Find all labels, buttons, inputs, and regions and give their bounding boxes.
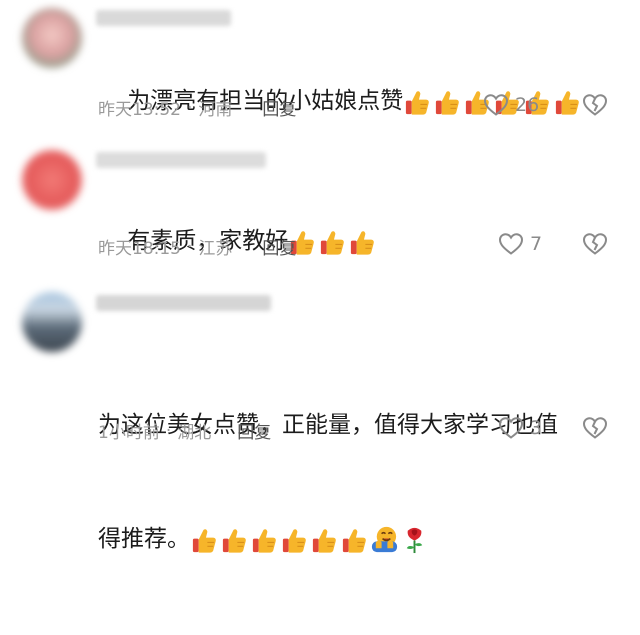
thumbs-up-icon [436,90,460,115]
reply-button[interactable]: 回复 [262,234,296,259]
like-button[interactable]: 7 [498,232,542,256]
username-blurred[interactable] [96,10,231,26]
avatar[interactable] [22,150,82,210]
separator-dot: · [165,420,172,441]
location: 河南 [198,100,233,120]
timestamp: 昨天18:15 [98,239,181,259]
timestamp: 1小时前 [98,423,160,443]
comment-meta: 昨天18:15 · 江苏 回复 [98,234,296,260]
like-button[interactable]: 3 [498,416,542,440]
thumbs-up-emojis [288,223,378,261]
thumbs-up-icon [556,90,580,115]
like-count: 7 [530,233,543,255]
comment-text-line-2: 得推荐。 [98,526,190,552]
thumbs-up-icon [312,528,336,553]
broken-heart-icon [582,94,608,116]
reply-button[interactable]: 回复 [262,95,296,120]
thumbs-up-emojis [190,521,370,559]
dislike-button[interactable] [582,93,608,121]
avatar[interactable] [22,292,82,352]
comment-meta: 昨天13:52 · 河南 回复 [98,95,296,121]
hugging-face-icon [371,526,398,553]
comment-text-line-2-wrap: 得推荐。 [98,520,616,559]
dislike-button[interactable] [582,416,608,444]
thumbs-up-icon [321,230,345,255]
username-blurred[interactable] [96,295,271,311]
thumbs-up-icon [342,528,366,553]
like-button[interactable]: 26 [483,93,539,117]
heart-outline-icon [498,233,524,255]
username-blurred[interactable] [96,152,266,168]
avatar[interactable] [22,8,82,68]
dislike-button[interactable] [582,232,608,260]
location: 江苏 [198,239,233,259]
like-count: 26 [515,94,540,116]
heart-outline-icon [498,417,524,439]
reply-button[interactable]: 回复 [237,418,271,443]
broken-heart-icon [582,417,608,439]
location: 湖北 [177,423,212,443]
thumbs-up-icon [192,528,216,553]
separator-dot: · [187,97,193,118]
thumbs-up-icon [406,90,430,115]
comment-meta: 1小时前 · 湖北 回复 [98,418,271,444]
thumbs-up-icon [222,528,246,553]
broken-heart-icon [582,233,608,255]
thumbs-up-icon [282,528,306,553]
comment-text: 为这位美女点赞，正能量，值得大家学习也值 得推荐。 [98,330,616,635]
like-count: 3 [530,417,543,439]
rose-icon [406,527,423,554]
heart-outline-icon [483,94,509,116]
thumbs-up-icon [351,230,375,255]
thumbs-up-icon [252,528,276,553]
timestamp: 昨天13:52 [98,100,181,120]
separator-dot: · [187,236,193,257]
